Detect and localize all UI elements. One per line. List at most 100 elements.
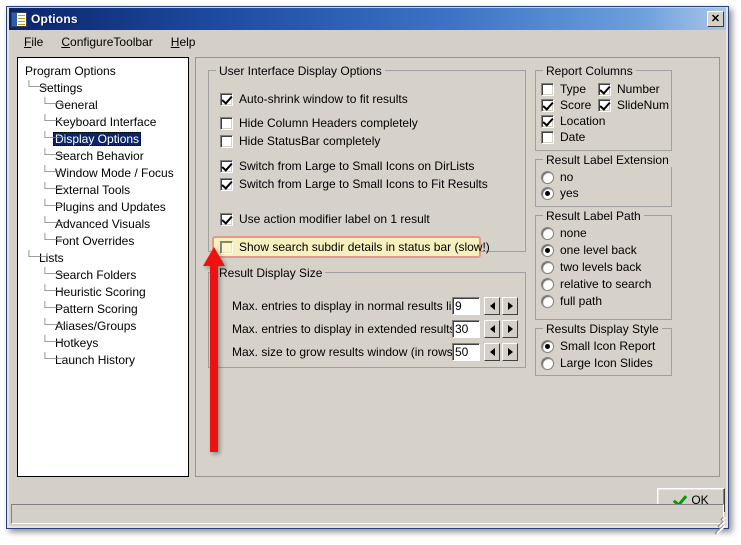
tree-item-lists[interactable]: └── Lists [23, 249, 188, 266]
label-max-entries-extended: Max. entries to display in extended resu… [232, 322, 477, 336]
field-max-grow-rows[interactable]: Max. size to grow results window (in row… [232, 343, 520, 361]
checkbox-switch-small-icons-fit-results-box[interactable] [220, 177, 233, 191]
radio-style-large-icon-slides[interactable]: Large Icon Slides [541, 356, 653, 370]
tree-item-keyboard-interface[interactable]: └── Keyboard Interface [23, 113, 188, 130]
options-window: Options ✕ File ConfigureToolbar Help Pro… [6, 6, 729, 535]
resize-grip-icon[interactable] [712, 512, 726, 535]
triangle-left-icon[interactable] [484, 343, 500, 361]
spinner-max-entries-normal[interactable] [484, 297, 520, 315]
tree-item-general[interactable]: └── General [23, 96, 188, 113]
checkbox-column-slidenum[interactable]: SlideNum [598, 98, 669, 112]
checkbox-column-number[interactable]: Number [598, 82, 660, 96]
tree-item-search-behavior[interactable]: └── Search Behavior [23, 147, 188, 164]
tree-item-plugins-and-updates[interactable]: └── Plugins and Updates [23, 198, 188, 215]
spinner-max-entries-extended[interactable] [484, 320, 520, 338]
checkbox-column-type-box[interactable] [541, 82, 554, 96]
tree-item-label: Program Options [25, 63, 116, 78]
radio-style-large-icon-slides-circle[interactable] [541, 356, 554, 370]
tree-item-display-options[interactable]: └── Display Options [23, 130, 188, 147]
input-max-entries-extended[interactable]: 30 [452, 320, 480, 338]
menu-item-help[interactable]: Help [162, 34, 205, 50]
tree-item-program-options[interactable]: Program Options [23, 62, 188, 79]
tree-connector-icon: └── [41, 302, 65, 314]
triangle-right-icon[interactable] [502, 343, 518, 361]
radio-extension-yes[interactable]: yes [541, 186, 579, 200]
tree-item-font-overrides[interactable]: └── Font Overrides [23, 232, 188, 249]
radio-style-small-icon-report[interactable]: Small Icon Report [541, 339, 655, 353]
radio-path-full-path[interactable]: full path [541, 294, 602, 308]
checkbox-column-slidenum-box[interactable] [598, 98, 611, 112]
input-max-entries-normal[interactable]: 9 [452, 297, 480, 315]
checkbox-hide-column-headers-label: Hide Column Headers completely [239, 116, 418, 130]
checkbox-column-date[interactable]: Date [541, 130, 585, 144]
radio-extension-no[interactable]: no [541, 170, 573, 184]
options-tree-panel[interactable]: Program Options └── Settings └── General └── K… [17, 57, 189, 477]
radio-extension-no-circle[interactable] [541, 170, 554, 184]
tree-item-pattern-scoring[interactable]: └── Pattern Scoring [23, 300, 188, 317]
radio-path-none[interactable]: none [541, 226, 587, 240]
tree-item-launch-history[interactable]: └── Launch History [23, 351, 188, 368]
radio-style-small-icon-report-circle[interactable] [541, 339, 554, 353]
radio-path-full-path-circle[interactable] [541, 294, 554, 308]
triangle-right-icon[interactable] [502, 297, 518, 315]
radio-extension-yes-circle[interactable] [541, 186, 554, 200]
field-max-entries-normal[interactable]: Max. entries to display in normal result… [232, 297, 520, 315]
tree-connector-icon: └── [41, 98, 65, 110]
checkbox-use-action-modifier-label-label: Use action modifier label on 1 result [239, 212, 430, 226]
radio-path-two-levels-back[interactable]: two levels back [541, 260, 641, 274]
tree-item-advanced-visuals[interactable]: └── Advanced Visuals [23, 215, 188, 232]
tree-item-external-tools[interactable]: └── External Tools [23, 181, 188, 198]
tree-item-label: Pattern Scoring [55, 301, 138, 316]
tree-item-search-folders[interactable]: └── Search Folders [23, 266, 188, 283]
checkbox-column-score[interactable]: Score [541, 98, 591, 112]
spinner-max-grow-rows[interactable] [484, 343, 520, 361]
checkbox-hide-statusbar[interactable]: Hide StatusBar completely [220, 134, 380, 148]
radio-path-relative-to-search[interactable]: relative to search [541, 277, 651, 291]
radio-path-one-level-back-circle[interactable] [541, 243, 554, 257]
radio-path-two-levels-back-circle[interactable] [541, 260, 554, 274]
checkbox-show-search-subdir-details[interactable]: Show search subdir details in status bar… [220, 240, 490, 254]
tree-item-window-mode-focus[interactable]: └── Window Mode / Focus [23, 164, 188, 181]
group-title-results-display-style: Results Display Style [543, 322, 662, 336]
checkbox-hide-statusbar-box[interactable] [220, 134, 233, 148]
triangle-left-icon[interactable] [484, 320, 500, 338]
status-bar [11, 504, 724, 524]
checkbox-column-number-box[interactable] [598, 82, 611, 96]
input-max-grow-rows[interactable]: 50 [452, 343, 480, 361]
menu-item-file[interactable]: File [15, 34, 52, 50]
checkbox-use-action-modifier-label-box[interactable] [220, 212, 233, 226]
radio-path-relative-to-search-circle[interactable] [541, 277, 554, 291]
tree-item-label: Aliases/Groups [55, 318, 137, 333]
tree-item-aliases-groups[interactable]: └── Aliases/Groups [23, 317, 188, 334]
tree-connector-icon: └── [41, 234, 65, 246]
triangle-left-icon[interactable] [484, 297, 500, 315]
checkbox-column-type[interactable]: Type [541, 82, 586, 96]
checkbox-column-date-label: Date [560, 130, 586, 144]
tree-item-label: Advanced Visuals [55, 216, 151, 231]
radio-path-one-level-back[interactable]: one level back [541, 243, 637, 257]
checkbox-column-number-label: Number [617, 82, 660, 96]
checkbox-column-score-box[interactable] [541, 98, 554, 112]
checkbox-switch-small-icons-dirlists-box[interactable] [220, 159, 233, 173]
triangle-right-icon[interactable] [502, 320, 518, 338]
tree-item-settings[interactable]: └── Settings [23, 79, 188, 96]
checkbox-column-location[interactable]: Location [541, 114, 605, 128]
close-icon[interactable]: ✕ [707, 11, 724, 27]
group-title-ui-display: User Interface Display Options [216, 64, 385, 78]
tree-item-heuristic-scoring[interactable]: └── Heuristic Scoring [23, 283, 188, 300]
tree-connector-icon: └── [41, 336, 65, 348]
checkbox-auto-shrink[interactable]: Auto-shrink window to fit results [220, 92, 408, 106]
checkbox-use-action-modifier-label[interactable]: Use action modifier label on 1 result [220, 212, 430, 226]
checkbox-switch-small-icons-dirlists[interactable]: Switch from Large to Small Icons on DirL… [220, 159, 474, 173]
menu-item-configure-toolbar[interactable]: ConfigureToolbar [52, 34, 161, 50]
radio-path-none-circle[interactable] [541, 226, 554, 240]
checkbox-hide-column-headers-box[interactable] [220, 116, 233, 130]
checkbox-auto-shrink-box[interactable] [220, 92, 233, 106]
checkbox-hide-column-headers[interactable]: Hide Column Headers completely [220, 116, 418, 130]
checkbox-column-location-box[interactable] [541, 114, 554, 128]
checkbox-column-date-box[interactable] [541, 130, 554, 144]
checkbox-switch-small-icons-fit-results[interactable]: Switch from Large to Small Icons to Fit … [220, 177, 488, 191]
field-max-entries-extended[interactable]: Max. entries to display in extended resu… [232, 320, 520, 338]
tree-item-hotkeys[interactable]: └── Hotkeys [23, 334, 188, 351]
tree-connector-icon: └── [41, 217, 65, 229]
